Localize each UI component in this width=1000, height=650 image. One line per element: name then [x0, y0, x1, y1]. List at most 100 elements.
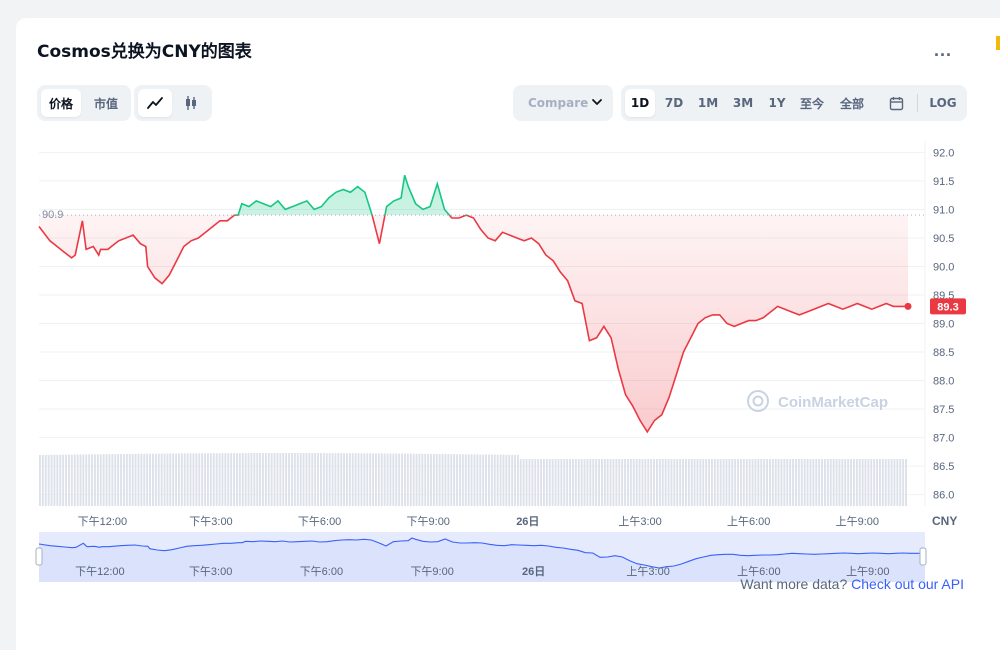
volume-bar — [806, 459, 809, 506]
volume-bar — [160, 453, 163, 506]
navigator-left-handle[interactable] — [35, 547, 43, 566]
volume-bar — [658, 459, 661, 506]
volume-bar — [76, 454, 79, 506]
volume-bar — [725, 459, 728, 506]
watermark: CoinMarketCap — [778, 394, 888, 411]
volume-bar — [276, 453, 279, 506]
volume-bar — [65, 454, 67, 506]
volume-bar — [577, 459, 580, 506]
volume-bar — [702, 459, 705, 506]
volume-bar — [467, 454, 470, 506]
volume-bar — [563, 459, 566, 506]
volume-bar — [609, 459, 612, 506]
volume-bar — [754, 459, 757, 506]
volume-bar — [438, 454, 441, 506]
y-tick-label: 91.0 — [933, 204, 954, 216]
edge-accent — [996, 36, 1000, 50]
x-tick-label: 下午3:00 — [189, 515, 232, 528]
volume-bar — [711, 459, 713, 506]
navigator-right-handle[interactable] — [919, 547, 927, 566]
volume-bar — [343, 453, 345, 506]
y-tick-label: 86.0 — [933, 490, 954, 502]
volume-bar — [146, 453, 149, 506]
volume-bar — [180, 453, 183, 506]
volume-bar — [511, 454, 514, 506]
volume-bar — [890, 459, 893, 506]
volume-bar — [125, 453, 128, 506]
volume-bar — [572, 459, 574, 506]
volume-bar — [128, 453, 131, 506]
volume-bar — [447, 454, 450, 506]
volume-bar — [545, 459, 548, 506]
volume-bar — [867, 459, 870, 506]
volume-bar — [131, 453, 134, 506]
volume-bar — [792, 459, 794, 506]
volume-bar — [685, 459, 687, 506]
volume-bar — [340, 453, 343, 506]
volume-bar — [815, 459, 818, 506]
volume-bar — [236, 453, 238, 506]
volume-bar — [514, 454, 516, 506]
volume-bar — [612, 459, 615, 506]
volume-bar — [259, 453, 261, 506]
volume-bar — [369, 453, 372, 506]
volume-bar — [569, 459, 571, 506]
volume-bar — [163, 453, 166, 506]
volume-bar — [499, 454, 502, 506]
volume-bar — [201, 453, 204, 506]
volume-bar — [186, 453, 189, 506]
volume-bar — [850, 459, 852, 506]
volume-bar — [421, 453, 424, 506]
volume-bar — [334, 453, 337, 506]
volume-bar — [554, 459, 557, 506]
volume-bar — [629, 459, 632, 506]
volume-bar — [215, 453, 218, 506]
volume-bar — [432, 453, 435, 506]
volume-bar — [722, 459, 725, 506]
volume-bar — [50, 454, 53, 506]
volume-bar — [47, 454, 50, 506]
volume-bar — [905, 459, 907, 506]
volume-bar — [279, 453, 282, 506]
volume-bar — [476, 454, 479, 506]
volume-bar — [238, 453, 241, 506]
volume-bar — [821, 459, 823, 506]
volume-bar — [409, 453, 412, 506]
volume-bar — [543, 459, 545, 506]
volume-bar — [812, 459, 815, 506]
volume-bar — [488, 454, 490, 506]
volume-bar — [152, 453, 154, 506]
volume-bar — [598, 459, 600, 506]
volume-bar — [800, 459, 803, 506]
volume-bar — [175, 453, 177, 506]
volume-bar — [517, 454, 519, 506]
volume-bar — [430, 453, 432, 506]
volume-bar — [508, 454, 511, 506]
volume-bar — [838, 459, 841, 506]
volume-bar — [363, 453, 366, 506]
open-price-label: 90.9 — [42, 209, 63, 221]
volume-bar — [123, 454, 125, 506]
volume-bar — [418, 453, 421, 506]
api-link[interactable]: Check out our API — [851, 576, 964, 592]
volume-bar — [670, 459, 673, 506]
volume-bar — [331, 453, 334, 506]
volume-bar — [207, 453, 209, 506]
volume-bar — [398, 453, 401, 506]
volume-bar — [149, 453, 151, 506]
y-tick-label: 90.5 — [933, 233, 954, 245]
volume-bar — [797, 459, 800, 506]
current-price-dot — [904, 302, 912, 310]
volume-bar — [386, 453, 389, 506]
volume-bar — [884, 459, 887, 506]
volume-bar — [548, 459, 551, 506]
volume-bar — [59, 454, 62, 506]
volume-bar — [111, 454, 114, 506]
navigator[interactable]: 下午12:00 下午3:00 下午6:00 下午9:00 26日 上午3:00 上午6:00… — [35, 532, 927, 582]
volume-bar — [53, 454, 56, 506]
volume-bar — [464, 454, 467, 506]
volume-bar — [308, 453, 311, 506]
volume-bar — [583, 459, 586, 506]
volume-bar — [395, 453, 398, 506]
volume-bar — [221, 453, 224, 506]
